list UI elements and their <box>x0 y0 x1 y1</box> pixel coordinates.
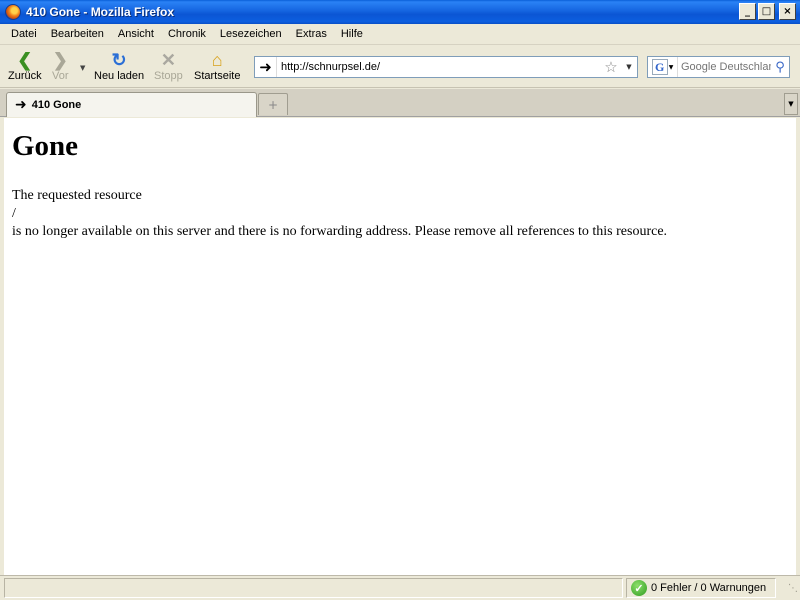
maximize-button[interactable]: □ <box>758 3 775 20</box>
stop-button[interactable]: ✕ Stopp <box>154 50 183 82</box>
home-icon: ⌂ <box>211 50 223 70</box>
page-text-line2: / <box>12 205 16 221</box>
menu-bearbeiten[interactable]: Bearbeiten <box>44 28 111 40</box>
url-input[interactable] <box>277 58 601 76</box>
arrow-right-icon: ➜ <box>15 97 27 113</box>
validator-text: 0 Fehler / 0 Warnungen <box>651 582 767 594</box>
menu-extras[interactable]: Extras <box>289 28 334 40</box>
bookmark-star-icon[interactable]: ☆ <box>601 58 621 76</box>
page-text-line3: is no longer available on this server an… <box>12 223 668 239</box>
menu-bar: Datei Bearbeiten Ansicht Chronik Lesezei… <box>0 24 800 45</box>
forward-button[interactable]: ❯ Vor <box>52 50 69 82</box>
search-bar[interactable]: G ▼ ⚲ <box>647 56 790 78</box>
window-title: 410 Gone - Mozilla Firefox <box>26 5 175 19</box>
search-input[interactable] <box>678 61 771 73</box>
firefox-icon <box>5 4 21 20</box>
status-text <box>4 578 623 598</box>
reload-label: Neu laden <box>94 70 145 82</box>
page-content: Gone The requested resource / is no long… <box>4 118 796 575</box>
home-button[interactable]: ⌂ Startseite <box>194 50 240 82</box>
url-history-dropdown-icon[interactable]: ▼ <box>621 63 637 71</box>
engine-dropdown-icon: ▼ <box>668 63 674 71</box>
menu-datei[interactable]: Datei <box>4 28 44 40</box>
arrow-right-icon: ❯ <box>52 50 68 70</box>
search-icon[interactable]: ⚲ <box>771 60 789 75</box>
reload-button[interactable]: ↻ Neu laden <box>94 50 144 82</box>
menu-hilfe[interactable]: Hilfe <box>334 28 370 40</box>
arrow-left-icon: ❮ <box>17 50 33 70</box>
url-bar[interactable]: ➜ ☆ ▼ <box>254 56 638 78</box>
back-label: Zurück <box>8 70 42 82</box>
resize-grip-icon[interactable]: ⋱ <box>784 584 798 598</box>
menu-ansicht[interactable]: Ansicht <box>111 28 161 40</box>
menu-chronik[interactable]: Chronik <box>161 28 213 40</box>
tab-410-gone[interactable]: ➜ 410 Gone <box>6 92 257 117</box>
new-tab-button[interactable]: + <box>258 93 288 115</box>
reload-icon: ↻ <box>111 50 127 70</box>
search-engine-selector[interactable]: G ▼ <box>648 57 678 77</box>
window-border-right <box>796 117 800 575</box>
forward-dropdown-icon[interactable]: ▼ <box>80 64 85 72</box>
forward-label: Vor <box>52 70 69 82</box>
navigation-toolbar: ❮ Zurück ❯ Vor ▼ ↻ Neu laden ✕ Stopp ⌂ S… <box>0 46 800 88</box>
plus-icon: + <box>267 97 279 112</box>
tab-list-button[interactable]: ▼ <box>784 93 798 115</box>
back-button[interactable]: ❮ Zurück <box>8 50 42 82</box>
title-bar[interactable]: 410 Gone - Mozilla Firefox _ □ × <box>0 0 800 24</box>
chevron-down-icon: ▼ <box>788 100 794 108</box>
stop-icon: ✕ <box>160 50 176 70</box>
google-icon: G <box>651 59 668 75</box>
page-text-line1: The requested resource <box>12 187 142 203</box>
menu-lesezeichen[interactable]: Lesezeichen <box>213 28 289 40</box>
stop-label: Stopp <box>154 70 183 82</box>
page-heading: Gone <box>12 130 79 162</box>
window-controls: _ □ × <box>739 3 796 20</box>
tab-label: 410 Gone <box>31 99 82 111</box>
html-validator-status[interactable]: ✓ 0 Fehler / 0 Warnungen <box>626 578 776 598</box>
checkmark-icon: ✓ <box>631 580 647 596</box>
page-arrow-icon: ➜ <box>255 57 277 77</box>
close-button[interactable]: × <box>779 3 796 20</box>
minimize-button[interactable]: _ <box>739 3 756 20</box>
tab-bar: ➜ 410 Gone + ▼ <box>0 89 800 117</box>
status-bar: ✓ 0 Fehler / 0 Warnungen ⋱ <box>0 575 800 600</box>
home-label: Startseite <box>194 70 241 82</box>
